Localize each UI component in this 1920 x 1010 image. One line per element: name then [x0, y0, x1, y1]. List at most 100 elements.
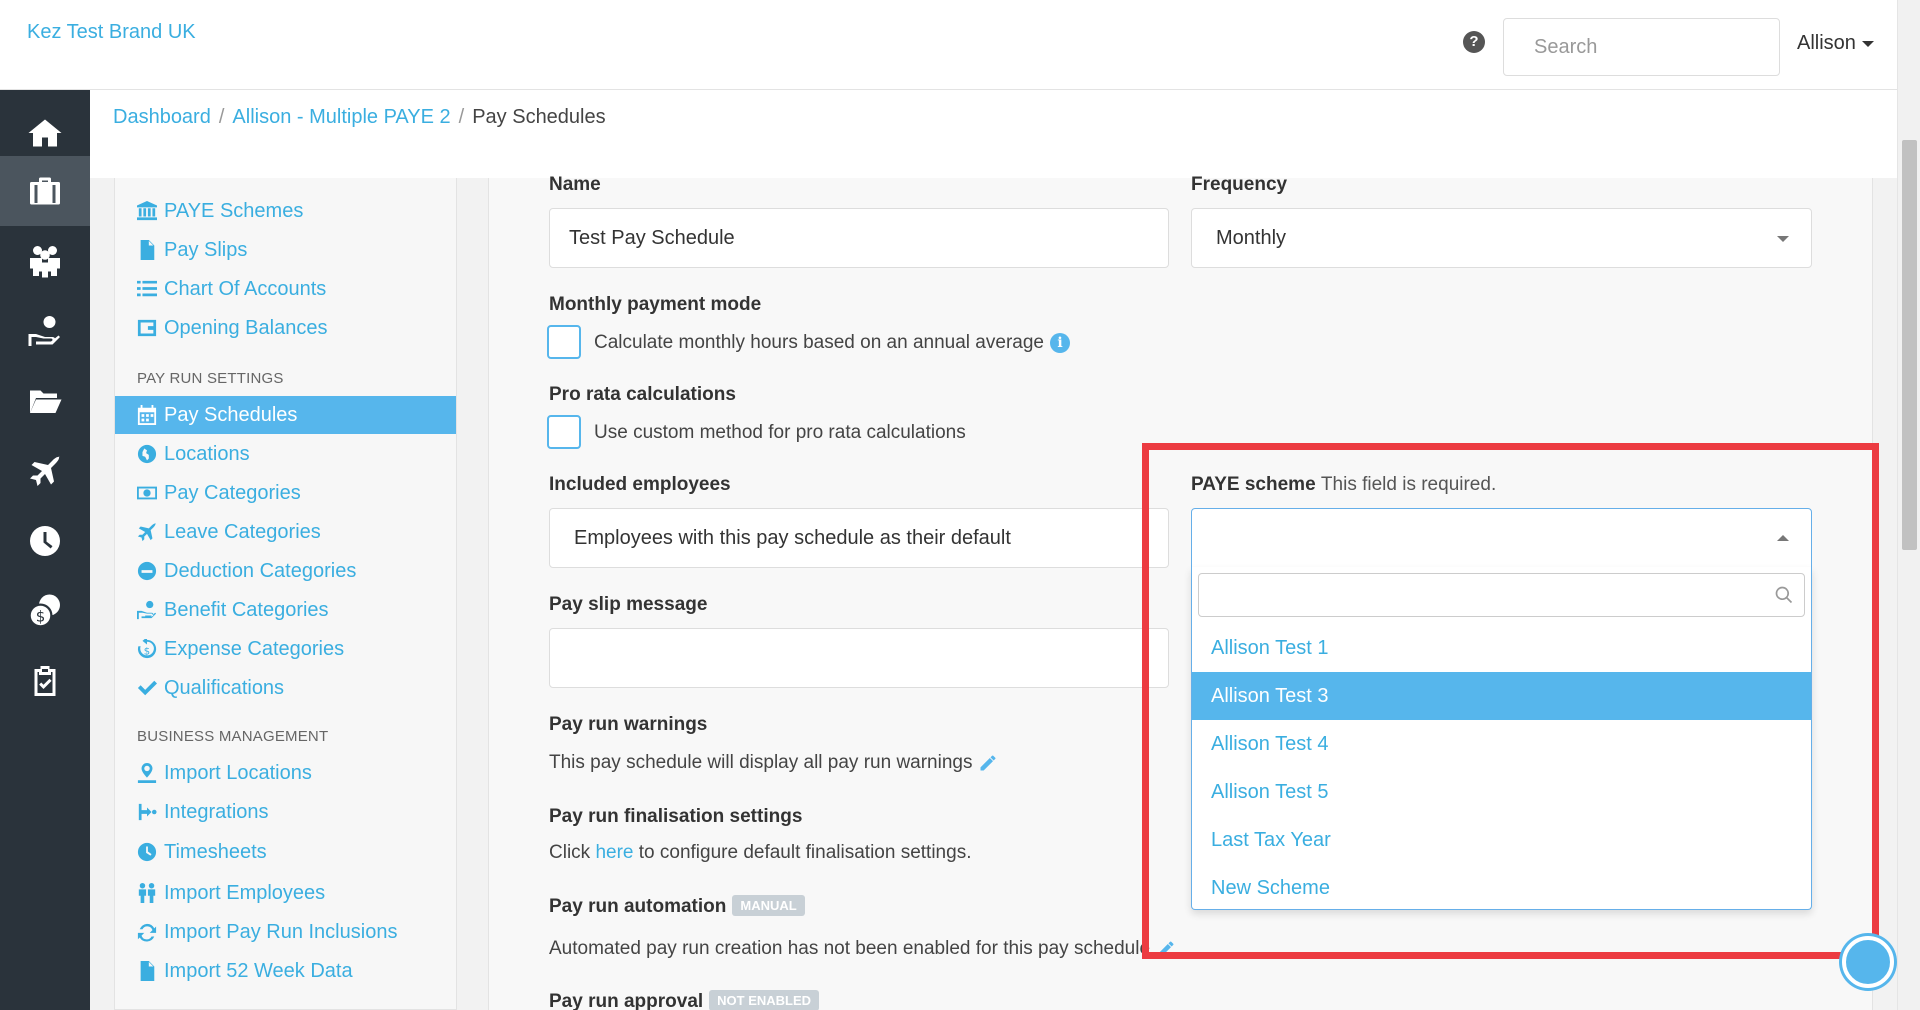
menu-heading-business: BUSINESS MANAGEMENT: [137, 728, 329, 745]
svg-text:$: $: [144, 646, 150, 657]
brand-name[interactable]: Kez Test Brand UK: [27, 21, 196, 44]
breadcrumb-business[interactable]: Allison - Multiple PAYE 2: [232, 106, 450, 128]
automation-text: Automated pay run creation has not been …: [549, 938, 1176, 960]
warnings-text: This pay schedule will display all pay r…: [549, 752, 998, 774]
settings-menu: PAYE Schemes Pay Slips Chart Of Accounts…: [114, 178, 457, 1010]
approval-label-text: Pay run approval: [549, 991, 704, 1010]
pro-rata-checkbox-label: Use custom method for pro rata calculati…: [594, 422, 966, 443]
menu-item-leave-categories[interactable]: Leave Categories: [115, 513, 456, 551]
briefcase-icon: [30, 177, 60, 205]
rail-documents[interactable]: [0, 366, 90, 436]
name-label: Name: [549, 174, 601, 195]
menu-item-benefit-categories[interactable]: Benefit Categories: [115, 591, 456, 629]
menu-item-pay-slips[interactable]: Pay Slips: [115, 231, 456, 269]
included-employees-select[interactable]: Employees with this pay schedule as thei…: [549, 508, 1169, 568]
menu-item-label: Import Employees: [164, 881, 326, 904]
menu-item-integrations[interactable]: Integrations: [115, 793, 456, 831]
clock-icon: [30, 526, 60, 556]
rail-payments[interactable]: [0, 296, 90, 366]
menu-item-label: Pay Categories: [164, 481, 301, 504]
people-icon: [30, 246, 60, 278]
breadcrumb-dashboard[interactable]: Dashboard: [113, 106, 211, 128]
finalisation-text: Click here to configure default finalisa…: [549, 842, 971, 864]
user-name: Allison: [1797, 32, 1856, 54]
refresh-icon: [136, 922, 158, 942]
menu-item-pay-schedules[interactable]: Pay Schedules: [115, 396, 456, 434]
menu-item-deduction-categories[interactable]: Deduction Categories: [115, 552, 456, 590]
icon-rail: $: [0, 90, 90, 1010]
menu-item-label: Deduction Categories: [164, 559, 357, 582]
rail-leave[interactable]: [0, 436, 90, 506]
menu-item-locations[interactable]: Locations: [115, 435, 456, 473]
finalisation-here-link[interactable]: here: [595, 842, 633, 863]
info-icon[interactable]: i: [1049, 332, 1070, 353]
plane-icon: [30, 456, 60, 486]
bank-icon: [136, 201, 158, 221]
rail-finance[interactable]: $: [0, 576, 90, 646]
breadcrumb: Dashboard / Allison - Multiple PAYE 2 / Pay …: [113, 106, 606, 129]
top-bar: Kez Test Brand UK ? Allison: [0, 0, 1897, 90]
included-employees-label: Included employees: [549, 474, 731, 495]
pro-rata-checkbox[interactable]: [547, 415, 581, 449]
clipboard-check-icon: [34, 666, 56, 696]
rail-business[interactable]: [0, 156, 90, 226]
menu-item-import-employees[interactable]: Import Employees: [115, 874, 456, 912]
menu-item-pay-categories[interactable]: Pay Categories: [115, 474, 456, 512]
plane-icon: [136, 522, 158, 542]
menu-item-import-locations[interactable]: Import Locations: [115, 754, 456, 792]
menu-item-label: Integrations: [164, 800, 269, 823]
list-icon: [136, 279, 158, 299]
finalisation-post: to configure default finalisation settin…: [638, 842, 972, 863]
menu-item-import-52-week-data[interactable]: Import 52 Week Data: [115, 952, 456, 990]
rail-employees[interactable]: [0, 226, 90, 296]
chevron-down-icon: [1777, 236, 1789, 242]
menu-item-opening-balances[interactable]: Opening Balances: [115, 309, 456, 347]
automation-status-badge: MANUAL: [732, 895, 805, 916]
breadcrumb-band: Dashboard / Allison - Multiple PAYE 2 / Pay …: [90, 90, 1897, 178]
coins-icon: $: [28, 594, 60, 628]
menu-item-paye-schemes[interactable]: PAYE Schemes: [115, 192, 456, 230]
page-scrollbar[interactable]: [1897, 0, 1920, 1010]
menu-item-timesheets[interactable]: Timesheets: [115, 833, 456, 871]
clock-icon: [136, 842, 158, 862]
menu-item-label: Import 52 Week Data: [164, 959, 353, 982]
menu-item-label: Opening Balances: [164, 316, 328, 339]
menu-heading-pay-run: PAY RUN SETTINGS: [137, 370, 284, 387]
scrollbar-thumb[interactable]: [1902, 140, 1917, 550]
menu-item-label: PAYE Schemes: [164, 199, 304, 222]
chevron-down-icon: [1861, 40, 1874, 47]
name-input[interactable]: Test Pay Schedule: [549, 208, 1169, 268]
finalisation-label: Pay run finalisation settings: [549, 806, 803, 827]
monthly-mode-label: Monthly payment mode: [549, 294, 762, 315]
rail-tasks[interactable]: [0, 646, 90, 716]
menu-item-label: Timesheets: [164, 840, 267, 863]
pencil-icon[interactable]: [978, 753, 998, 773]
rail-time[interactable]: [0, 506, 90, 576]
menu-item-label: Expense Categories: [164, 637, 345, 660]
warnings-label: Pay run warnings: [549, 714, 708, 735]
menu-item-qualifications[interactable]: Qualifications: [115, 669, 456, 707]
menu-item-chart-of-accounts[interactable]: Chart Of Accounts: [115, 270, 456, 308]
menu-item-label: Leave Categories: [164, 520, 321, 543]
name-input-value: Test Pay Schedule: [569, 226, 735, 249]
payslip-message-input[interactable]: [549, 628, 1169, 688]
annotation-highlight-box: [1142, 443, 1879, 959]
approval-label: Pay run approval NOT ENABLED: [549, 990, 820, 1010]
frequency-select[interactable]: Monthly: [1191, 208, 1812, 268]
support-chat-button[interactable]: [1842, 936, 1894, 988]
breadcrumb-separator: /: [458, 106, 465, 128]
frequency-label: Frequency: [1191, 174, 1288, 195]
annual-average-checkbox[interactable]: [547, 325, 581, 359]
folder-icon: [30, 390, 62, 413]
help-icon[interactable]: ?: [1463, 31, 1485, 53]
user-menu[interactable]: Allison: [1797, 32, 1874, 55]
menu-item-label: Locations: [164, 442, 250, 465]
breadcrumb-current: Pay Schedules: [472, 106, 606, 128]
menu-item-expense-categories[interactable]: $ Expense Categories: [115, 630, 456, 668]
menu-item-label: Chart Of Accounts: [164, 277, 327, 300]
home-icon: [28, 119, 62, 147]
wallet-icon: [136, 318, 158, 338]
search-input[interactable]: [1503, 18, 1780, 76]
menu-item-import-pay-run-inclusions[interactable]: Import Pay Run Inclusions: [115, 913, 456, 951]
hand-coin-icon: [28, 316, 60, 346]
